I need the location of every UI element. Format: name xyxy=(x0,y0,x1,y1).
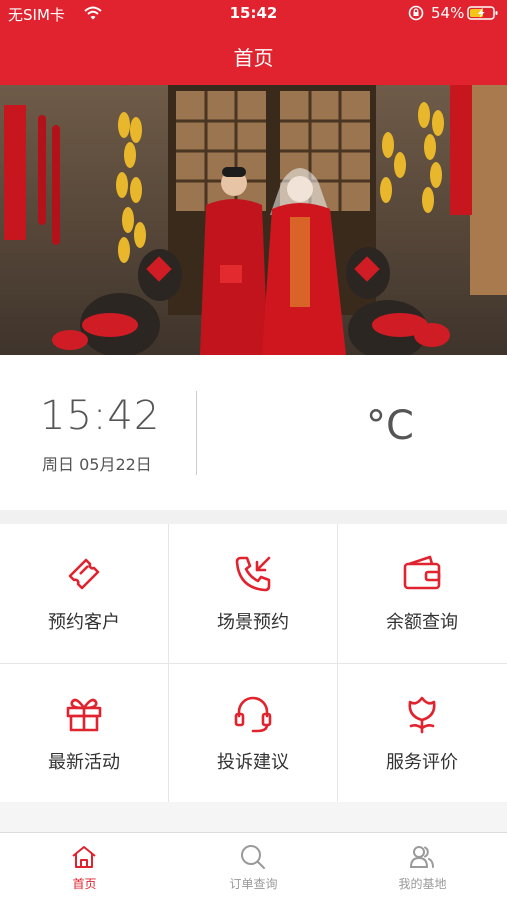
divider xyxy=(196,391,197,475)
time-weather-panel: 15:42 周日 05月22日 °C xyxy=(0,355,507,510)
section-gap xyxy=(0,802,507,832)
users-icon xyxy=(409,846,434,868)
rotation-lock-icon xyxy=(408,5,424,21)
tab-bar: 首页 订单查询 我的基地 xyxy=(0,832,507,900)
banner-photo xyxy=(0,85,507,355)
page-title: 首页 xyxy=(233,46,274,70)
grid-item-label: 余额查询 xyxy=(386,612,458,633)
grid-item-book-customer[interactable]: 预约客户 xyxy=(0,524,168,663)
temperature-unit: °C xyxy=(366,403,414,449)
headset-icon xyxy=(234,696,272,733)
grid-item-label: 预约客户 xyxy=(48,612,120,633)
home-icon xyxy=(72,846,96,868)
function-grid: 预约客户 场景预约 余额查询 最新活动 投诉建议 服务评价 xyxy=(0,524,507,802)
grid-item-balance-query[interactable]: 余额查询 xyxy=(338,524,506,663)
battery-percent: 54% xyxy=(431,4,465,22)
grid-divider xyxy=(0,663,507,664)
grid-item-label: 最新活动 xyxy=(48,752,120,773)
search-icon xyxy=(241,845,265,869)
wallet-icon xyxy=(403,555,441,590)
current-date: 周日 05月22日 xyxy=(42,455,152,474)
grid-item-scene-booking[interactable]: 场景预约 xyxy=(169,524,337,663)
status-bar: 无SIM卡 15:42 54% xyxy=(0,0,507,28)
section-gap xyxy=(0,510,507,524)
tab-home[interactable]: 首页 xyxy=(0,833,169,901)
grid-item-label: 服务评价 xyxy=(386,752,458,773)
phone-incoming-icon xyxy=(235,556,271,592)
battery-icon xyxy=(467,6,498,20)
gift-icon xyxy=(66,698,102,732)
top-bar: 无SIM卡 15:42 54% 首页 xyxy=(0,0,507,85)
tab-my-base[interactable]: 我的基地 xyxy=(338,833,507,901)
current-time: 15:42 xyxy=(40,393,161,439)
ticket-icon xyxy=(68,558,100,590)
banner-carousel[interactable] xyxy=(0,85,507,355)
tab-label: 我的基地 xyxy=(398,877,447,891)
tab-order-query[interactable]: 订单查询 xyxy=(169,833,338,901)
grid-item-latest-events[interactable]: 最新活动 xyxy=(0,664,168,803)
tab-label: 首页 xyxy=(72,877,97,891)
grid-item-label: 场景预约 xyxy=(217,612,289,633)
grid-item-label: 投诉建议 xyxy=(217,752,289,773)
grid-item-complaints[interactable]: 投诉建议 xyxy=(169,664,337,803)
flower-icon xyxy=(408,696,436,734)
tab-label: 订单查询 xyxy=(229,877,278,891)
grid-item-service-rating[interactable]: 服务评价 xyxy=(338,664,506,803)
